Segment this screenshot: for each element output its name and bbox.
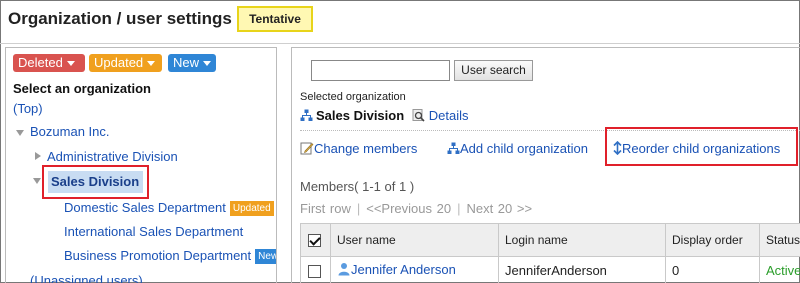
organization-tree-pane: Deleted Updated New Select an organizati…: [5, 47, 277, 283]
updated-badge: Updated: [229, 201, 274, 216]
header-divider: [0, 43, 800, 44]
updated-filter-button[interactable]: Updated: [89, 54, 162, 72]
tree-item-domestic-label: Domestic Sales Department: [64, 200, 226, 215]
user-name-link[interactable]: Jennifer Anderson: [351, 262, 456, 277]
caret-down-icon: [203, 61, 212, 67]
column-header-display-order[interactable]: Display order: [665, 223, 760, 257]
up-down-arrow-icon: [613, 140, 622, 158]
tree-item-unassigned[interactable]: (Unassigned users): [30, 273, 143, 283]
row-select-cell: [300, 256, 331, 283]
tree-item-sales[interactable]: Sales Division: [48, 171, 143, 193]
add-child-organization-link[interactable]: Add child organization: [447, 141, 588, 158]
sales-division-highlight: Sales Division: [42, 165, 149, 199]
deleted-filter-label: Deleted: [18, 55, 63, 70]
updated-filter-label: Updated: [94, 55, 144, 70]
row-checkbox[interactable]: [308, 264, 321, 278]
user-search-button[interactable]: User search: [454, 60, 533, 81]
table-row: Jennifer Anderson JenniferAnderson 0 Act…: [300, 256, 800, 283]
change-members-link[interactable]: Change members: [300, 141, 417, 158]
first-row-link[interactable]: First row: [300, 201, 351, 216]
change-members-label: Change members: [314, 141, 418, 156]
selected-organization-name: Sales Division: [316, 108, 405, 123]
column-header-login-name[interactable]: Login name: [498, 223, 666, 257]
members-pane: User search Selected organization Sales …: [291, 47, 800, 283]
tree-item-business[interactable]: Business Promotion Department New: [64, 248, 276, 264]
collapsed-triangle-icon[interactable]: [35, 152, 41, 160]
members-table: User name Login name Display order Statu…: [300, 223, 800, 283]
members-count-title: Members( 1-1 of 1 ): [300, 179, 415, 194]
expanded-triangle-icon[interactable]: [16, 130, 24, 136]
new-filter-label: New: [173, 55, 200, 70]
user-icon: [337, 262, 351, 279]
caret-down-icon: [66, 61, 75, 67]
tentative-status-badge: Tentative: [237, 6, 313, 32]
tree-item-business-label: Business Promotion Department: [64, 248, 252, 263]
column-header-user-name[interactable]: User name: [330, 223, 499, 257]
organization-icon: [300, 109, 313, 125]
select-all-cell: [300, 223, 331, 257]
pencil-icon: [300, 141, 314, 158]
select-all-checkbox[interactable]: [308, 234, 321, 248]
add-child-organization-label: Add child organization: [460, 141, 588, 156]
tree-item-international[interactable]: International Sales Department: [64, 224, 243, 239]
page-title: Organization / user settings: [8, 9, 232, 28]
tree-item-bozuman[interactable]: Bozuman Inc.: [30, 124, 110, 139]
details-link[interactable]: Details: [429, 108, 469, 123]
user-name-cell: Jennifer Anderson: [330, 256, 499, 283]
new-filter-button[interactable]: New: [168, 54, 216, 72]
top-link[interactable]: (Top): [13, 101, 43, 116]
reorder-child-organizations-link[interactable]: Reorder child organizations: [613, 140, 781, 158]
user-search-input[interactable]: [311, 60, 450, 81]
column-header-status[interactable]: Status: [759, 223, 800, 257]
reorder-child-organizations-label: Reorder child organizations: [622, 141, 781, 156]
previous-20-link[interactable]: <<Previous 20: [366, 201, 451, 216]
pagination: First row | <<Previous 20 | Next 20 >>: [300, 201, 533, 216]
login-name-cell: JenniferAnderson: [498, 256, 666, 283]
tree-item-administrative[interactable]: Administrative Division: [47, 149, 178, 164]
new-badge: New: [255, 249, 276, 264]
organization-icon: [447, 142, 460, 158]
magnifier-icon: [412, 108, 425, 125]
next-20-link[interactable]: Next 20 >>: [466, 201, 532, 216]
display-order-cell: 0: [665, 256, 760, 283]
deleted-filter-button[interactable]: Deleted: [13, 54, 85, 72]
selected-organization-label: Selected organization: [300, 91, 406, 103]
selected-organization: Sales Division Details: [300, 108, 469, 125]
caret-down-icon: [147, 61, 156, 67]
status-cell: Active: [759, 256, 800, 283]
tree-item-domestic[interactable]: Domestic Sales Department Updated: [64, 200, 274, 216]
select-organization-heading: Select an organization: [13, 81, 151, 96]
expanded-triangle-icon[interactable]: [33, 178, 41, 184]
table-header-row: User name Login name Display order Statu…: [300, 223, 800, 257]
